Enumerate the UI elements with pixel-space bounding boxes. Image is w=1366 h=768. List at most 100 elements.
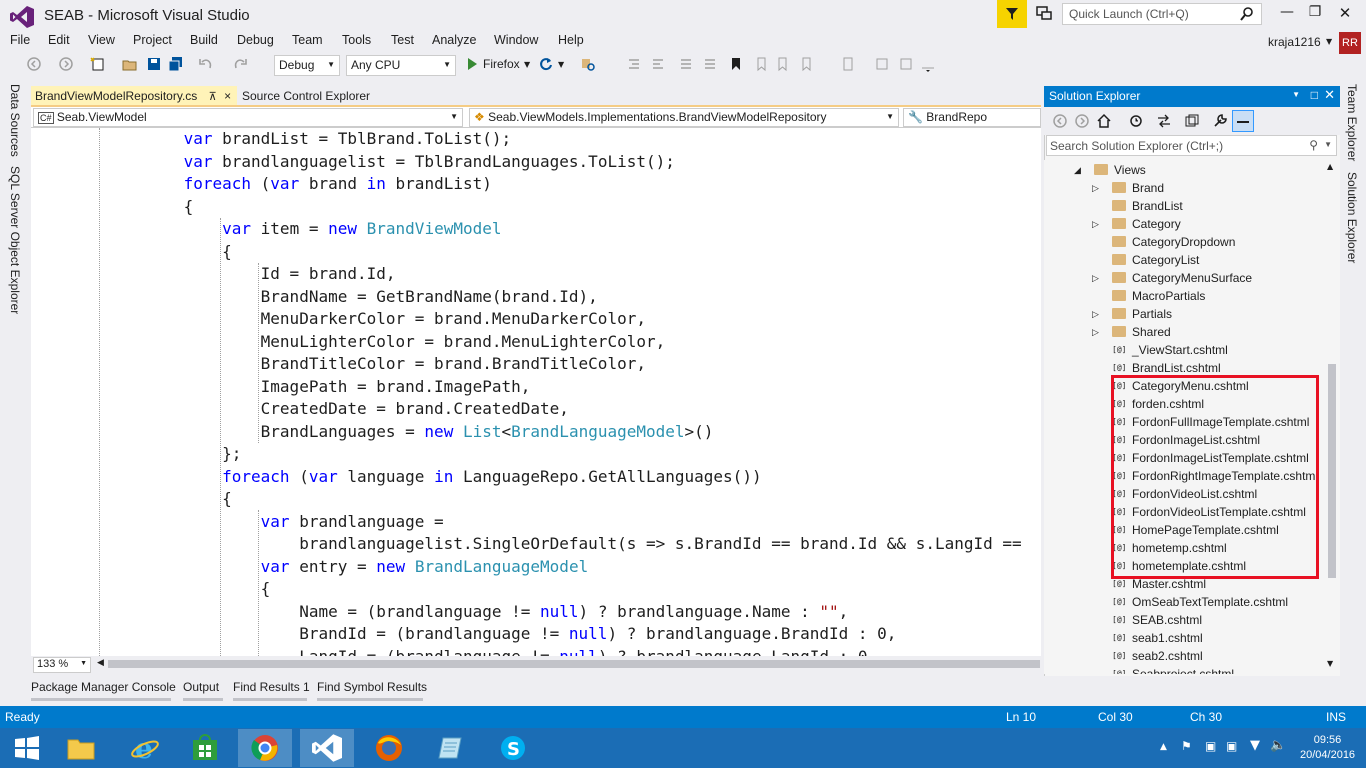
new-project-icon[interactable] xyxy=(90,56,106,72)
forward-icon[interactable] xyxy=(1074,113,1090,129)
avatar[interactable]: RR xyxy=(1339,32,1361,54)
show-hidden-icons-icon[interactable]: ▲ xyxy=(1160,742,1167,752)
back-icon[interactable] xyxy=(1052,113,1068,129)
horizontal-scrollbar[interactable] xyxy=(108,660,1040,668)
code-line[interactable]: var item = new BrandViewModel xyxy=(68,218,501,241)
chevron-down-icon[interactable]: ▼ xyxy=(1324,140,1332,149)
customize-toolbar-icon[interactable] xyxy=(920,56,936,72)
notepad-taskbar-button[interactable] xyxy=(424,729,478,767)
skype-taskbar-button[interactable]: S xyxy=(486,729,540,767)
chrome-taskbar-button[interactable] xyxy=(238,729,292,767)
store-taskbar-button[interactable] xyxy=(178,729,232,767)
tree-folder-item[interactable]: ▷ Partials xyxy=(1044,305,1328,323)
tree-folder-item[interactable]: CategoryList xyxy=(1044,251,1328,269)
properties-wrench-icon[interactable] xyxy=(1212,113,1228,129)
code-line[interactable]: BrandTitleColor = brand.BrandTitleColor, xyxy=(68,353,646,376)
collapse-all-icon[interactable] xyxy=(1184,113,1200,129)
tab-team-explorer[interactable]: Team Explorer xyxy=(1345,84,1359,161)
visual-studio-taskbar-button[interactable] xyxy=(300,729,354,767)
tree-file-item[interactable]: [@] SEAB.cshtml xyxy=(1044,611,1328,629)
code-line[interactable]: { xyxy=(68,488,232,511)
firefox-taskbar-button[interactable] xyxy=(362,729,416,767)
code-line[interactable]: BrandId = (brandlanguage != null) ? bran… xyxy=(68,623,896,646)
tab-sql-server-object-explorer[interactable]: SQL Server Object Explorer xyxy=(8,166,22,314)
tree-folder-item[interactable]: MacroPartials xyxy=(1044,287,1328,305)
network-signal-icon[interactable]: ▼ xyxy=(1250,738,1260,753)
tree-file-item[interactable]: [@] seab1.cshtml xyxy=(1044,629,1328,647)
close-tab-icon[interactable]: × xyxy=(224,89,231,103)
uncomment-lines-icon[interactable] xyxy=(702,56,718,72)
file-explorer-taskbar-button[interactable] xyxy=(54,729,108,767)
tab-output[interactable]: Output xyxy=(183,680,219,694)
menu-help[interactable]: Help xyxy=(558,33,584,47)
chevron-down-icon[interactable]: ▼ xyxy=(524,60,530,69)
tree-folder-item[interactable]: ▷ Shared xyxy=(1044,323,1328,341)
previous-bookmark-icon[interactable] xyxy=(752,56,768,72)
home-icon[interactable] xyxy=(1096,113,1112,129)
close-button[interactable]: ✕ xyxy=(1332,4,1358,24)
next-bookmark-in-folder-icon[interactable] xyxy=(800,56,816,72)
code-line[interactable]: var entry = new BrandLanguageModel xyxy=(68,556,589,579)
surround-with-icon[interactable] xyxy=(898,56,914,72)
open-file-icon[interactable] xyxy=(122,56,138,72)
tree-file-item[interactable]: [@] _ViewStart.cshtml xyxy=(1044,341,1328,359)
code-text[interactable]: var brandList = TblBrand.ToList(); var b… xyxy=(31,128,1041,656)
chevron-down-icon[interactable]: ▼ xyxy=(558,60,564,69)
menu-debug[interactable]: Debug xyxy=(237,33,274,47)
action-center-flag-icon[interactable]: ⚑ xyxy=(1181,739,1192,753)
menu-tools[interactable]: Tools xyxy=(342,33,371,47)
code-line[interactable]: LangId = (brandlanguage != null) ? brand… xyxy=(68,646,877,657)
scroll-up-icon[interactable]: ▲ xyxy=(1327,162,1333,171)
tab-data-sources[interactable]: Data Sources xyxy=(8,84,22,157)
browser-refresh-icon[interactable] xyxy=(538,56,554,72)
start-debugging-icon[interactable] xyxy=(464,56,480,72)
code-editor[interactable]: var brandList = TblBrand.ToList(); var b… xyxy=(31,128,1041,656)
menu-file[interactable]: File xyxy=(10,33,30,47)
tree-folder-item[interactable]: ▷ Category xyxy=(1044,215,1328,233)
expand-arrow-icon[interactable]: ▷ xyxy=(1092,305,1102,323)
user-name[interactable]: kraja1216 xyxy=(1268,35,1321,49)
tree-file-item[interactable]: [@] OmSeabTextTemplate.cshtml xyxy=(1044,593,1328,611)
browser-target-label[interactable]: Firefox xyxy=(483,57,520,71)
code-line[interactable]: BrandName = GetBrandName(brand.Id), xyxy=(68,286,598,309)
menu-window[interactable]: Window xyxy=(494,33,538,47)
zoom-level-select[interactable]: 133 % ▼ xyxy=(33,657,91,673)
collapse-arrow-icon[interactable]: ◢ xyxy=(1074,161,1084,179)
tree-file-item[interactable]: [@] seab2.cshtml xyxy=(1044,647,1328,665)
format-indent-icon[interactable] xyxy=(626,56,642,72)
solution-configuration-select[interactable]: Debug ▼ xyxy=(274,55,340,76)
taskbar-clock[interactable]: 09:56 20/04/2016 xyxy=(1300,733,1355,763)
pin-icon[interactable]: ⊼ xyxy=(209,91,217,103)
code-line[interactable]: ImagePath = brand.ImagePath, xyxy=(68,376,531,399)
find-in-files-icon[interactable] xyxy=(580,56,596,72)
tree-folder-item[interactable]: ◢ Views xyxy=(1044,161,1328,179)
code-line[interactable]: var brandlanguage = xyxy=(68,511,444,534)
preview-selected-items-toggle[interactable] xyxy=(1232,110,1254,132)
tab-find-symbol-results[interactable]: Find Symbol Results xyxy=(317,680,427,694)
tree-folder-item[interactable]: CategoryDropdown xyxy=(1044,233,1328,251)
undo-icon[interactable] xyxy=(198,56,214,72)
chevron-down-icon[interactable]: ▼ xyxy=(1326,37,1332,46)
menu-edit[interactable]: Edit xyxy=(48,33,70,47)
code-line[interactable]: var brandList = TblBrand.ToList(); xyxy=(68,128,512,151)
code-line[interactable]: Id = brand.Id, xyxy=(68,263,396,286)
save-all-icon[interactable] xyxy=(168,56,184,72)
tree-folder-item[interactable]: ▷ CategoryMenuSurface xyxy=(1044,269,1328,287)
clear-bookmarks-icon[interactable] xyxy=(840,56,856,72)
code-line[interactable]: foreach (var brand in brandList) xyxy=(68,173,492,196)
solution-platform-select[interactable]: Any CPU ▼ xyxy=(346,55,456,76)
feedback-icon[interactable] xyxy=(1034,4,1054,24)
navigate-forward-icon[interactable] xyxy=(58,56,74,72)
system-tray-app-icon[interactable]: ▣ xyxy=(1226,739,1237,753)
menu-test[interactable]: Test xyxy=(391,33,414,47)
pin-icon[interactable]: □ xyxy=(1311,88,1318,102)
volume-icon[interactable]: 🔈 xyxy=(1270,738,1286,753)
code-line[interactable]: }; xyxy=(68,443,241,466)
expand-arrow-icon[interactable]: ▷ xyxy=(1092,179,1102,197)
project-dropdown[interactable]: C# Seab.ViewModel ▼ xyxy=(33,108,463,127)
code-line[interactable]: brandlanguagelist.SingleOrDefault(s => s… xyxy=(68,533,1021,556)
quick-launch-input[interactable]: Quick Launch (Ctrl+Q) xyxy=(1062,3,1262,25)
bookmark-icon[interactable] xyxy=(728,56,744,72)
start-button[interactable] xyxy=(0,729,54,767)
chevron-down-icon[interactable]: ▼ xyxy=(1292,90,1300,99)
